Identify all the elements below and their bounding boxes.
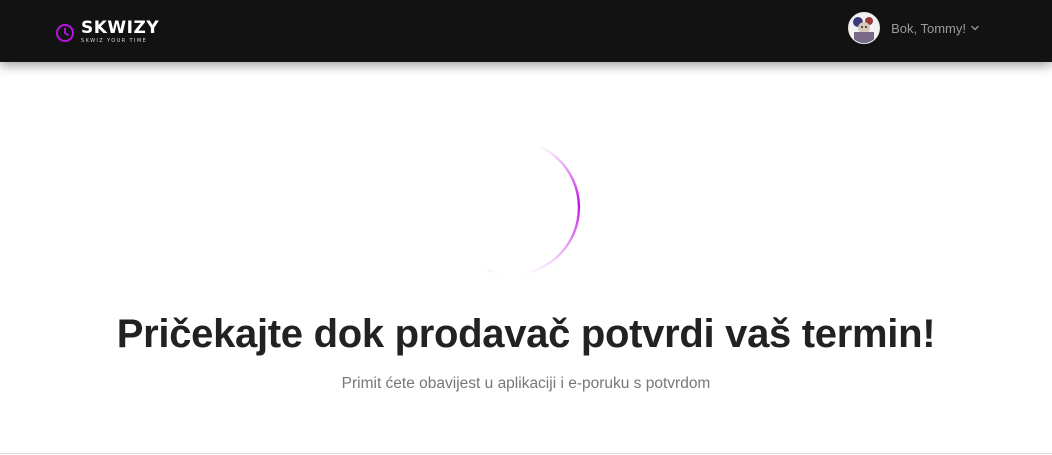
user-greeting[interactable]: Bok, Tommy!	[891, 21, 966, 36]
divider	[0, 453, 1052, 454]
logo-tagline: SKWIZ YOUR TIME	[81, 38, 148, 44]
chevron-down-icon[interactable]	[971, 24, 979, 32]
logo-name: SKWIZY	[81, 18, 160, 38]
clock-icon	[56, 24, 74, 42]
page-subtitle: Primit ćete obavijest u aplikaciji i e-p…	[341, 375, 711, 392]
brand-logo[interactable]: SKWIZY SKWIZ YOUR TIME	[55, 19, 159, 45]
page-title: Pričekajte dok prodavač potvrdi vaš term…	[116, 312, 936, 356]
user-menu-toggle[interactable]: Bok, Tommy!	[848, 12, 979, 44]
logo-text: SKWIZY SKWIZ YOUR TIME	[81, 20, 159, 44]
avatar-image	[849, 13, 880, 43]
loading-spinner-icon	[486, 143, 581, 273]
top-navbar: SKWIZY SKWIZ YOUR TIME Bok, Tommy!	[0, 0, 1052, 62]
user-avatar[interactable]	[848, 12, 881, 44]
